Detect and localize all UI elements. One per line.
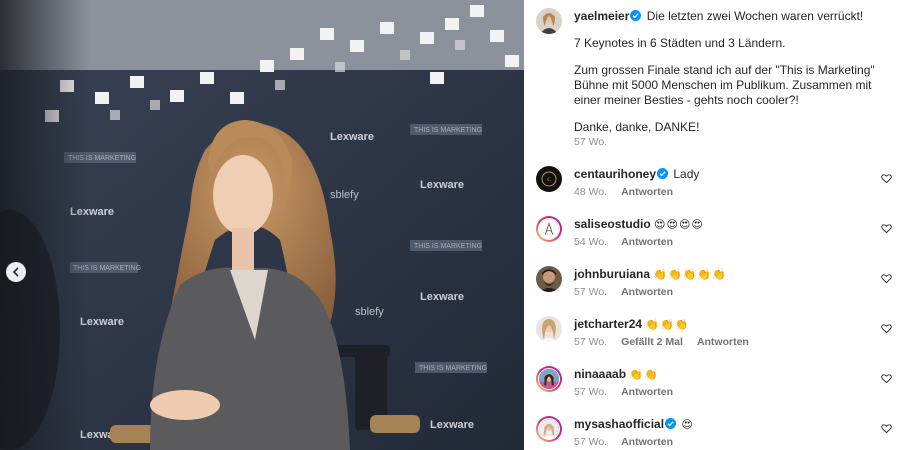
- comment-meta: 57 Wo. Antworten: [574, 386, 687, 398]
- comment-username[interactable]: mysashaofficial: [574, 417, 664, 431]
- comments-panel: yaelmeier Die letzten zwei Wochen waren …: [524, 0, 900, 450]
- svg-text:Lexware: Lexware: [430, 419, 474, 431]
- reply-button[interactable]: Antworten: [621, 386, 673, 398]
- avatar[interactable]: [536, 266, 562, 292]
- comment-text: 😍: [681, 418, 694, 431]
- comment-username[interactable]: ninaaaab: [574, 367, 626, 381]
- comment-username[interactable]: saliseostudio: [574, 217, 651, 231]
- comment-meta: 57 Wo. Antworten: [574, 436, 687, 448]
- heart-icon[interactable]: [881, 373, 892, 384]
- avatar[interactable]: [536, 316, 562, 342]
- caption-text: yaelmeier Die letzten zwei Wochen waren …: [574, 9, 892, 147]
- svg-text:Lexware: Lexware: [420, 179, 464, 191]
- svg-text:Lexware: Lexware: [420, 291, 464, 303]
- svg-text:THIS IS MARKETING: THIS IS MARKETING: [419, 365, 487, 372]
- comment-text: 😍😍😍😍: [654, 218, 704, 231]
- avatar[interactable]: [536, 366, 562, 392]
- reply-button[interactable]: Antworten: [621, 286, 673, 298]
- comment-text: 👏👏: [629, 368, 659, 381]
- comment-text: 👏👏👏👏👏: [653, 268, 727, 281]
- svg-text:THIS IS MARKETING: THIS IS MARKETING: [414, 127, 482, 134]
- svg-text:THIS IS MARKETING: THIS IS MARKETING: [414, 243, 482, 250]
- comment-timestamp[interactable]: 54 Wo.: [574, 236, 607, 248]
- comment-timestamp[interactable]: 57 Wo.: [574, 436, 607, 448]
- comment-body: mysashaofficial 😍: [574, 417, 872, 432]
- comment-meta: 54 Wo. Antworten: [574, 236, 687, 248]
- comment-meta: 57 Wo. Antworten: [574, 286, 687, 298]
- avatar[interactable]: [536, 216, 562, 242]
- post-media[interactable]: Lexware Lexware Lexware Lexware Lexware Lex…: [0, 0, 524, 450]
- comment-username[interactable]: johnburuiana: [574, 267, 650, 281]
- caption-line-4: Danke, danke, DANKE!: [574, 120, 700, 134]
- avatar[interactable]: [536, 416, 562, 442]
- reply-button[interactable]: Antworten: [621, 436, 673, 448]
- svg-text:sblefy: sblefy: [355, 306, 384, 318]
- author-username[interactable]: yaelmeier: [574, 9, 629, 23]
- heart-icon[interactable]: [881, 223, 892, 234]
- caption-line-2: 7 Keynotes in 6 Städten und 3 Ländern.: [574, 36, 786, 50]
- caption-timestamp[interactable]: 57 Wo.: [574, 136, 607, 148]
- author-avatar[interactable]: [536, 8, 562, 34]
- verified-badge-icon: [665, 418, 677, 429]
- svg-text:Lexware: Lexware: [330, 131, 374, 143]
- verified-badge-icon: [657, 168, 669, 179]
- reply-button[interactable]: Antworten: [621, 186, 673, 198]
- comment-username[interactable]: jetcharter24: [574, 317, 642, 331]
- heart-icon[interactable]: [881, 273, 892, 284]
- comment-body: johnburuiana 👏👏👏👏👏: [574, 267, 872, 282]
- reply-button[interactable]: Antworten: [621, 236, 673, 248]
- chevron-left-icon: [12, 267, 19, 277]
- comment-text: Lady: [673, 167, 700, 181]
- comment-body: saliseostudio 😍😍😍😍: [574, 217, 872, 232]
- caption-line-3: Zum grossen Finale stand ich auf der "Th…: [574, 63, 875, 107]
- heart-icon[interactable]: [881, 173, 892, 184]
- comment-meta: 48 Wo. Antworten: [574, 186, 687, 198]
- previous-image-button[interactable]: [6, 262, 26, 282]
- comment-timestamp[interactable]: 48 Wo.: [574, 186, 607, 198]
- avatar[interactable]: C: [536, 166, 562, 192]
- verified-badge-icon: [630, 10, 642, 21]
- heart-icon[interactable]: [881, 423, 892, 434]
- heart-icon[interactable]: [881, 323, 892, 334]
- comment-body: centaurihoney Lady: [574, 167, 872, 182]
- comment-timestamp[interactable]: 57 Wo.: [574, 286, 607, 298]
- svg-text:sblefy: sblefy: [330, 189, 359, 201]
- reply-button[interactable]: Antworten: [697, 336, 749, 348]
- comment-body: ninaaaab 👏👏: [574, 367, 872, 382]
- caption-meta: 57 Wo.: [574, 136, 621, 148]
- comment-text: 👏👏👏: [645, 318, 690, 331]
- like-count[interactable]: Gefällt 2 Mal: [621, 336, 683, 348]
- comment-timestamp[interactable]: 57 Wo.: [574, 336, 607, 348]
- comment-username[interactable]: centaurihoney: [574, 167, 656, 181]
- post-photo: LexwareLexware LexwareLexware LexwareLex…: [0, 0, 524, 450]
- comment-timestamp[interactable]: 57 Wo.: [574, 386, 607, 398]
- caption-line-1: Die letzten zwei Wochen waren verrückt!: [646, 9, 864, 23]
- comment-meta: 57 Wo. Gefällt 2 Mal Antworten: [574, 336, 763, 348]
- comment-body: jetcharter24 👏👏👏: [574, 317, 872, 332]
